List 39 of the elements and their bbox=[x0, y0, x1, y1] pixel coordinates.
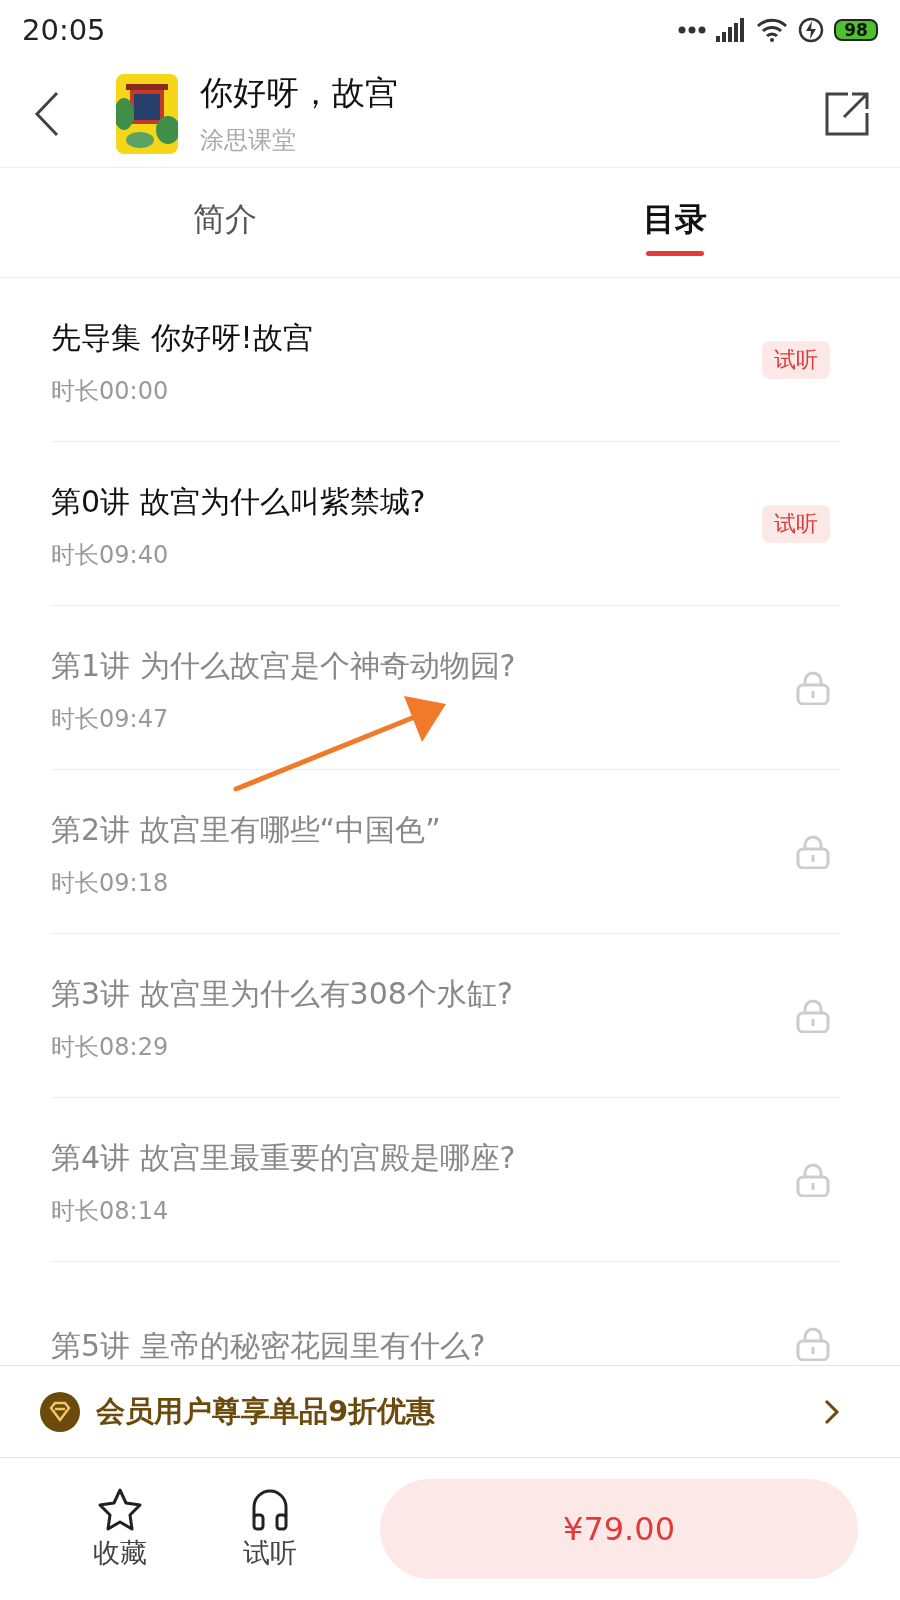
lesson-title[interactable]: 第5讲 皇帝的秘密花园里有什么? bbox=[51, 1326, 796, 1365]
back-icon[interactable] bbox=[34, 90, 60, 137]
signal-icon bbox=[716, 18, 746, 42]
wifi-icon bbox=[756, 18, 788, 42]
buy-button[interactable]: ¥79.00 bbox=[380, 1479, 858, 1579]
battery-icon: 98 bbox=[834, 19, 878, 41]
lesson-duration: 时长09:40 bbox=[51, 540, 170, 571]
lock-icon bbox=[796, 1162, 830, 1197]
headphones-icon bbox=[250, 1487, 290, 1531]
more-dots-icon bbox=[678, 26, 706, 34]
lesson-duration: 时长09:18 bbox=[51, 868, 170, 899]
lock-icon bbox=[796, 998, 830, 1033]
lesson-title[interactable]: 第3讲 故宫里为什么有308个水缸? bbox=[51, 974, 796, 1015]
action-button[interactable]: 收藏 bbox=[70, 1487, 170, 1571]
tab[interactable]: 目录 bbox=[639, 187, 711, 258]
course-publisher: 涂思课堂 bbox=[200, 125, 297, 156]
lesson-title[interactable]: 先导集 你好呀!故宫 bbox=[51, 318, 762, 359]
lesson-title[interactable]: 第4讲 故宫里最重要的宫殿是哪座? bbox=[51, 1138, 796, 1179]
lesson-duration: 时长08:14 bbox=[51, 1196, 170, 1227]
lesson-duration: 时长09:47 bbox=[51, 704, 170, 735]
trial-badge: 试听 bbox=[762, 340, 830, 379]
action-button[interactable]: 试听 bbox=[220, 1487, 320, 1571]
member-discount-text[interactable]: 会员用户尊享单品9折优惠 bbox=[96, 1391, 808, 1432]
share-icon[interactable] bbox=[824, 90, 870, 137]
star-icon bbox=[97, 1487, 143, 1531]
lesson-title[interactable]: 第2讲 故宫里有哪些“中国色” bbox=[51, 810, 796, 851]
lock-icon bbox=[796, 1326, 830, 1361]
tab[interactable]: 简介 bbox=[189, 187, 261, 258]
lesson-title[interactable]: 第0讲 故宫为什么叫紫禁城? bbox=[51, 482, 762, 523]
lesson-title[interactable]: 第1讲 为什么故宫是个神奇动物园? bbox=[51, 646, 796, 687]
trial-badge: 试听 bbox=[762, 504, 830, 543]
charging-icon bbox=[798, 17, 824, 43]
lock-icon bbox=[796, 670, 830, 705]
chevron-right-icon[interactable] bbox=[824, 1398, 840, 1425]
course-title: 你好呀，故宫 bbox=[200, 72, 399, 114]
status-time: 20:05 bbox=[22, 13, 106, 47]
lesson-duration: 时长08:29 bbox=[51, 1032, 170, 1063]
lesson-duration: 时长00:00 bbox=[51, 376, 170, 407]
lock-icon bbox=[796, 834, 830, 869]
